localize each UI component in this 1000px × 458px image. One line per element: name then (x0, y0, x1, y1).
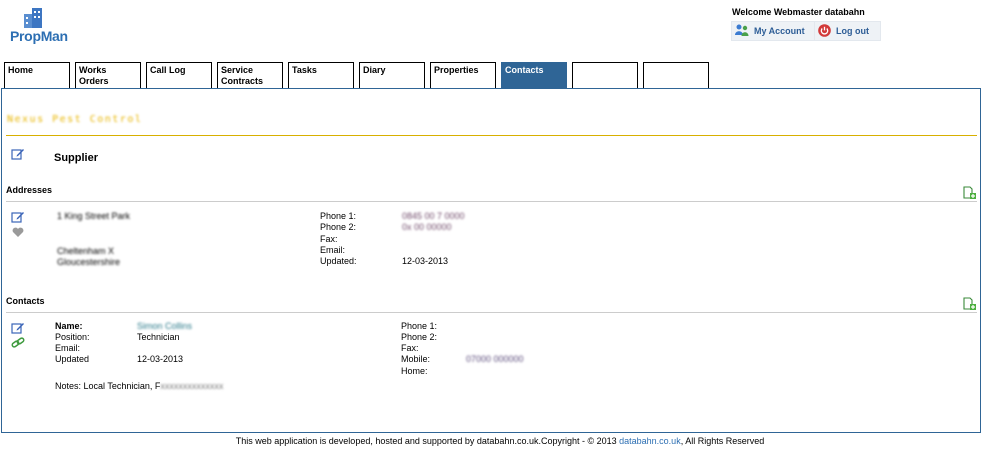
addresses-divider (6, 201, 977, 202)
link-icon[interactable] (11, 337, 25, 351)
contact-fax-label: Fax: (401, 343, 419, 353)
address-phone1-label: Phone 1: (320, 211, 357, 221)
address-updated-label: Updated: (320, 256, 357, 266)
add-contact-icon[interactable] (963, 297, 977, 313)
contact-notes: Notes: Local Technician, Fxxxxxxxxxxxxxx (55, 381, 223, 391)
contacts-title: Contacts (6, 296, 45, 306)
heart-icon[interactable] (12, 227, 24, 239)
address-line-3: Gloucestershire (57, 257, 121, 267)
footer-text: This web application is developed, hoste… (235, 436, 620, 446)
contact-position-label: Position: (55, 332, 90, 342)
footer-link[interactable]: databahn.co.uk (619, 436, 681, 446)
tab-properties[interactable]: Properties (430, 62, 496, 88)
contacts-divider (6, 312, 977, 313)
tab-call-log[interactable]: Call Log (146, 62, 212, 88)
edit-address-icon[interactable] (11, 210, 25, 225)
address-fax-label: Fax: (320, 234, 338, 244)
edit-contact-icon[interactable] (11, 321, 25, 336)
addresses-title: Addresses (6, 185, 53, 195)
logo-text: PropMan (10, 28, 68, 44)
welcome-text: Welcome Webmaster databahn (732, 7, 865, 17)
footer-text-end: , All Rights Reserved (680, 436, 765, 446)
address-phone2-value: 0x 00 00000 (402, 222, 452, 232)
edit-icon[interactable] (11, 147, 25, 162)
my-account-label: My Account (754, 26, 805, 36)
users-icon (735, 24, 749, 38)
contact-home-label: Home: (401, 366, 428, 376)
tab-home[interactable]: Home (4, 62, 70, 88)
tab-works-orders[interactable]: Works Orders (75, 62, 141, 88)
contact-name-label: Name: (55, 321, 83, 331)
contact-mobile-label: Mobile: (401, 354, 431, 364)
address-email-label: Email: (320, 245, 346, 255)
address-updated-value: 12-03-2013 (402, 256, 449, 266)
address-phone1-value: 0845 00 7 0000 (402, 211, 465, 221)
address-phone2-label: Phone 2: (320, 222, 357, 232)
power-icon (818, 23, 831, 39)
contact-email-label: Email: (55, 343, 81, 353)
tab-empty-1[interactable] (572, 62, 638, 88)
company-name: Nexus Pest Control (7, 114, 143, 125)
contact-type: Supplier (54, 152, 99, 164)
add-address-icon[interactable] (963, 186, 977, 202)
building-icon (24, 8, 42, 28)
my-account-button[interactable]: My Account (731, 21, 816, 41)
contact-notes-redacted: xxxxxxxxxxxxxx (160, 381, 224, 391)
logout-label: Log out (836, 26, 869, 36)
tab-tasks[interactable]: Tasks (288, 62, 354, 88)
logout-button[interactable]: Log out (814, 21, 881, 41)
contact-phone1-label: Phone 1: (401, 321, 438, 331)
contact-name-value: Simon Collins (137, 321, 193, 331)
tab-empty-2[interactable] (643, 62, 709, 88)
tab-service-contracts[interactable]: Service Contracts (217, 62, 283, 88)
contact-updated-label: Updated (55, 354, 90, 364)
content-panel: Nexus Pest Control Supplier Addresses 1 … (1, 88, 981, 433)
contact-updated-value: 12-03-2013 (137, 354, 184, 364)
contact-notes-text: Notes: Local Technician, F (55, 381, 161, 391)
address-line-1: 1 King Street Park (57, 211, 131, 221)
contact-phone2-label: Phone 2: (401, 332, 438, 342)
title-divider (6, 135, 977, 136)
tab-contacts[interactable]: Contacts (501, 62, 567, 88)
propman-logo[interactable]: PropMan (8, 6, 78, 44)
contact-position-value: Technician (137, 332, 180, 342)
address-line-2: Cheltenham X (57, 246, 115, 256)
footer: This web application is developed, hoste… (0, 436, 1000, 446)
contact-mobile-value: 07000 000000 (466, 354, 524, 364)
tab-diary[interactable]: Diary (359, 62, 425, 88)
